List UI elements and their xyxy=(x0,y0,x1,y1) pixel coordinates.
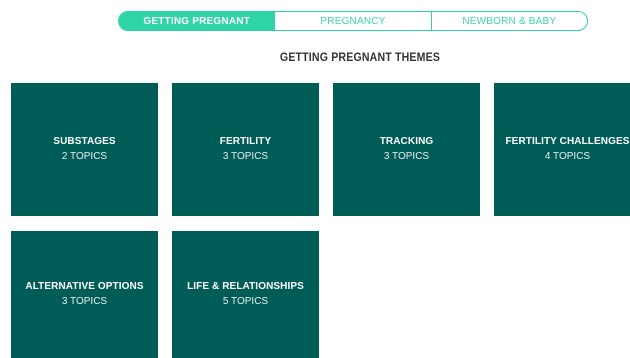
theme-card-fertility-challenges[interactable]: FERTILITY CHALLENGES 4 TOPICS xyxy=(494,83,630,216)
page: GETTING PREGNANT PREGNANCY NEWBORN & BAB… xyxy=(0,0,630,358)
theme-title: FERTILITY xyxy=(219,136,272,147)
stage-tabs: GETTING PREGNANT PREGNANCY NEWBORN & BAB… xyxy=(118,11,588,31)
theme-card-life-relationships[interactable]: LIFE & RELATIONSHIPS 5 TOPICS xyxy=(172,231,319,358)
theme-title: ALTERNATIVE OPTIONS xyxy=(25,281,144,292)
theme-card-alternative-options[interactable]: ALTERNATIVE OPTIONS 3 TOPICS xyxy=(11,231,158,358)
theme-topic-count: 5 TOPICS xyxy=(222,296,269,307)
section-title: GETTING PREGNANT THEMES xyxy=(279,50,441,64)
theme-topic-count: 4 TOPICS xyxy=(544,151,591,162)
theme-topic-count: 3 TOPICS xyxy=(383,151,430,162)
theme-title: LIFE & RELATIONSHIPS xyxy=(187,281,304,292)
theme-topic-count: 3 TOPICS xyxy=(222,151,269,162)
theme-topic-count: 3 TOPICS xyxy=(61,296,108,307)
tab-pregnancy[interactable]: PREGNANCY xyxy=(274,12,430,30)
theme-card-fertility[interactable]: FERTILITY 3 TOPICS xyxy=(172,83,319,216)
tab-getting-pregnant[interactable]: GETTING PREGNANT xyxy=(119,12,275,30)
theme-topic-count: 2 TOPICS xyxy=(61,151,108,162)
theme-title: TRACKING xyxy=(379,136,434,147)
theme-card-substages[interactable]: SUBSTAGES 2 TOPICS xyxy=(11,83,158,216)
theme-card-tracking[interactable]: TRACKING 3 TOPICS xyxy=(333,83,480,216)
theme-title: FERTILITY CHALLENGES xyxy=(505,136,630,147)
tab-newborn-baby[interactable]: NEWBORN & BABY xyxy=(430,12,587,30)
theme-title: SUBSTAGES xyxy=(53,136,116,147)
